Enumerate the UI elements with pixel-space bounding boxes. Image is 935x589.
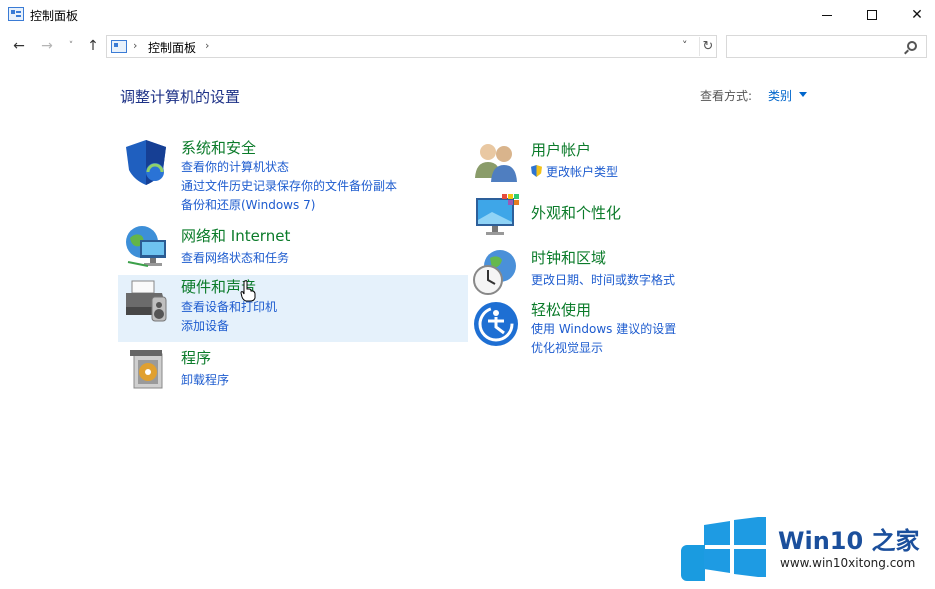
uac-shield-icon [531,165,542,177]
link-uninstall-program[interactable]: 卸载程序 [181,371,229,388]
category-title[interactable]: 网络和 Internet [181,225,290,246]
link-network-status[interactable]: 查看网络状态和任务 [181,249,289,266]
back-button[interactable]: ← [10,36,28,56]
control-panel-icon [8,7,24,21]
recent-locations-button[interactable]: ˅ [62,36,80,56]
category-network-internet: 网络和 Internet 查看网络状态和任务 [118,224,468,270]
category-appearance-personalization: 外观和个性化 [468,192,818,238]
link-change-date-time[interactable]: 更改日期、时间或数字格式 [531,271,675,288]
category-system-security: 系统和安全 查看你的计算机状态 通过文件历史记录保存你的文件备份副本 备份和还原… [118,136,468,216]
link-devices-printers[interactable]: 查看设备和打印机 [181,298,277,315]
link-change-account-type[interactable]: 更改帐户类型 [531,163,618,180]
view-by-dropdown[interactable]: 类别 [768,87,792,104]
category-title[interactable]: 外观和个性化 [531,202,621,223]
search-box[interactable] [726,35,927,58]
category-programs: 程序 卸载程序 [118,346,468,392]
link-label[interactable]: 更改帐户类型 [546,165,618,179]
category-hardware-sound: 硬件和声音 查看设备和打印机 添加设备 [118,275,468,342]
chevron-down-icon[interactable] [799,92,807,97]
category-clock-region: 时钟和区域 更改日期、时间或数字格式 [468,246,818,295]
clock-globe-icon[interactable] [472,248,520,296]
windows-logo-icon [704,517,766,577]
link-view-computer-status[interactable]: 查看你的计算机状态 [181,158,289,175]
minimize-button[interactable] [804,0,850,30]
ease-of-access-icon[interactable] [472,300,520,348]
category-ease-of-access: 轻松使用 使用 Windows 建议的设置 优化视觉显示 [468,298,818,358]
address-dropdown-button[interactable]: ˅ [682,39,688,52]
watermark-brand: Win10 之家 [778,527,920,555]
category-title[interactable]: 系统和安全 [181,137,256,158]
page-title: 调整计算机的设置 [120,88,241,106]
breadcrumb-separator[interactable]: › [205,39,209,52]
title-bar: 控制面板 ✕ [0,0,935,30]
close-icon: ✕ [911,7,923,23]
category-user-accounts: 用户帐户 更改帐户类型 [468,138,818,184]
up-button[interactable]: ↑ [84,36,102,56]
link-backup-restore[interactable]: 备份和还原(Windows 7) [181,196,315,213]
navigation-bar: ← → ˅ ↑ › 控制面板 › ˅ ↻ [0,30,935,62]
view-by-label: 查看方式: [700,89,753,103]
category-title[interactable]: 程序 [181,347,211,368]
hand-cursor-icon [240,280,256,302]
link-windows-recommended-settings[interactable]: 使用 Windows 建议的设置 [531,320,676,337]
bird-logo-icon [681,545,705,581]
breadcrumb-separator[interactable]: › [133,39,137,52]
breadcrumb-control-panel[interactable]: 控制面板 [148,39,196,56]
search-input[interactable] [731,38,901,56]
watermark-url: www.win10xitong.com [780,556,916,570]
network-globe-icon[interactable] [122,222,170,270]
category-title[interactable]: 用户帐户 [531,139,591,160]
maximize-button[interactable] [849,0,895,30]
address-bar[interactable]: › 控制面板 › ˅ ↻ [106,35,717,58]
monitor-palette-icon[interactable] [472,192,520,240]
users-icon[interactable] [472,138,520,186]
control-panel-icon [111,40,127,53]
shield-icon[interactable] [122,138,170,186]
category-title[interactable]: 轻松使用 [531,299,591,320]
link-optimize-visual-display[interactable]: 优化视觉显示 [531,339,603,356]
link-add-device[interactable]: 添加设备 [181,317,229,334]
programs-box-icon[interactable] [122,346,170,394]
printer-icon[interactable] [122,277,170,325]
minimize-icon [822,14,832,16]
link-file-history[interactable]: 通过文件历史记录保存你的文件备份副本 [181,177,397,194]
close-button[interactable]: ✕ [894,0,935,30]
forward-button[interactable]: → [38,36,56,56]
search-icon[interactable] [907,41,917,51]
window-title: 控制面板 [30,9,79,23]
refresh-button[interactable]: ↻ [699,37,716,56]
maximize-icon [867,10,877,20]
category-title[interactable]: 时钟和区域 [531,247,606,268]
